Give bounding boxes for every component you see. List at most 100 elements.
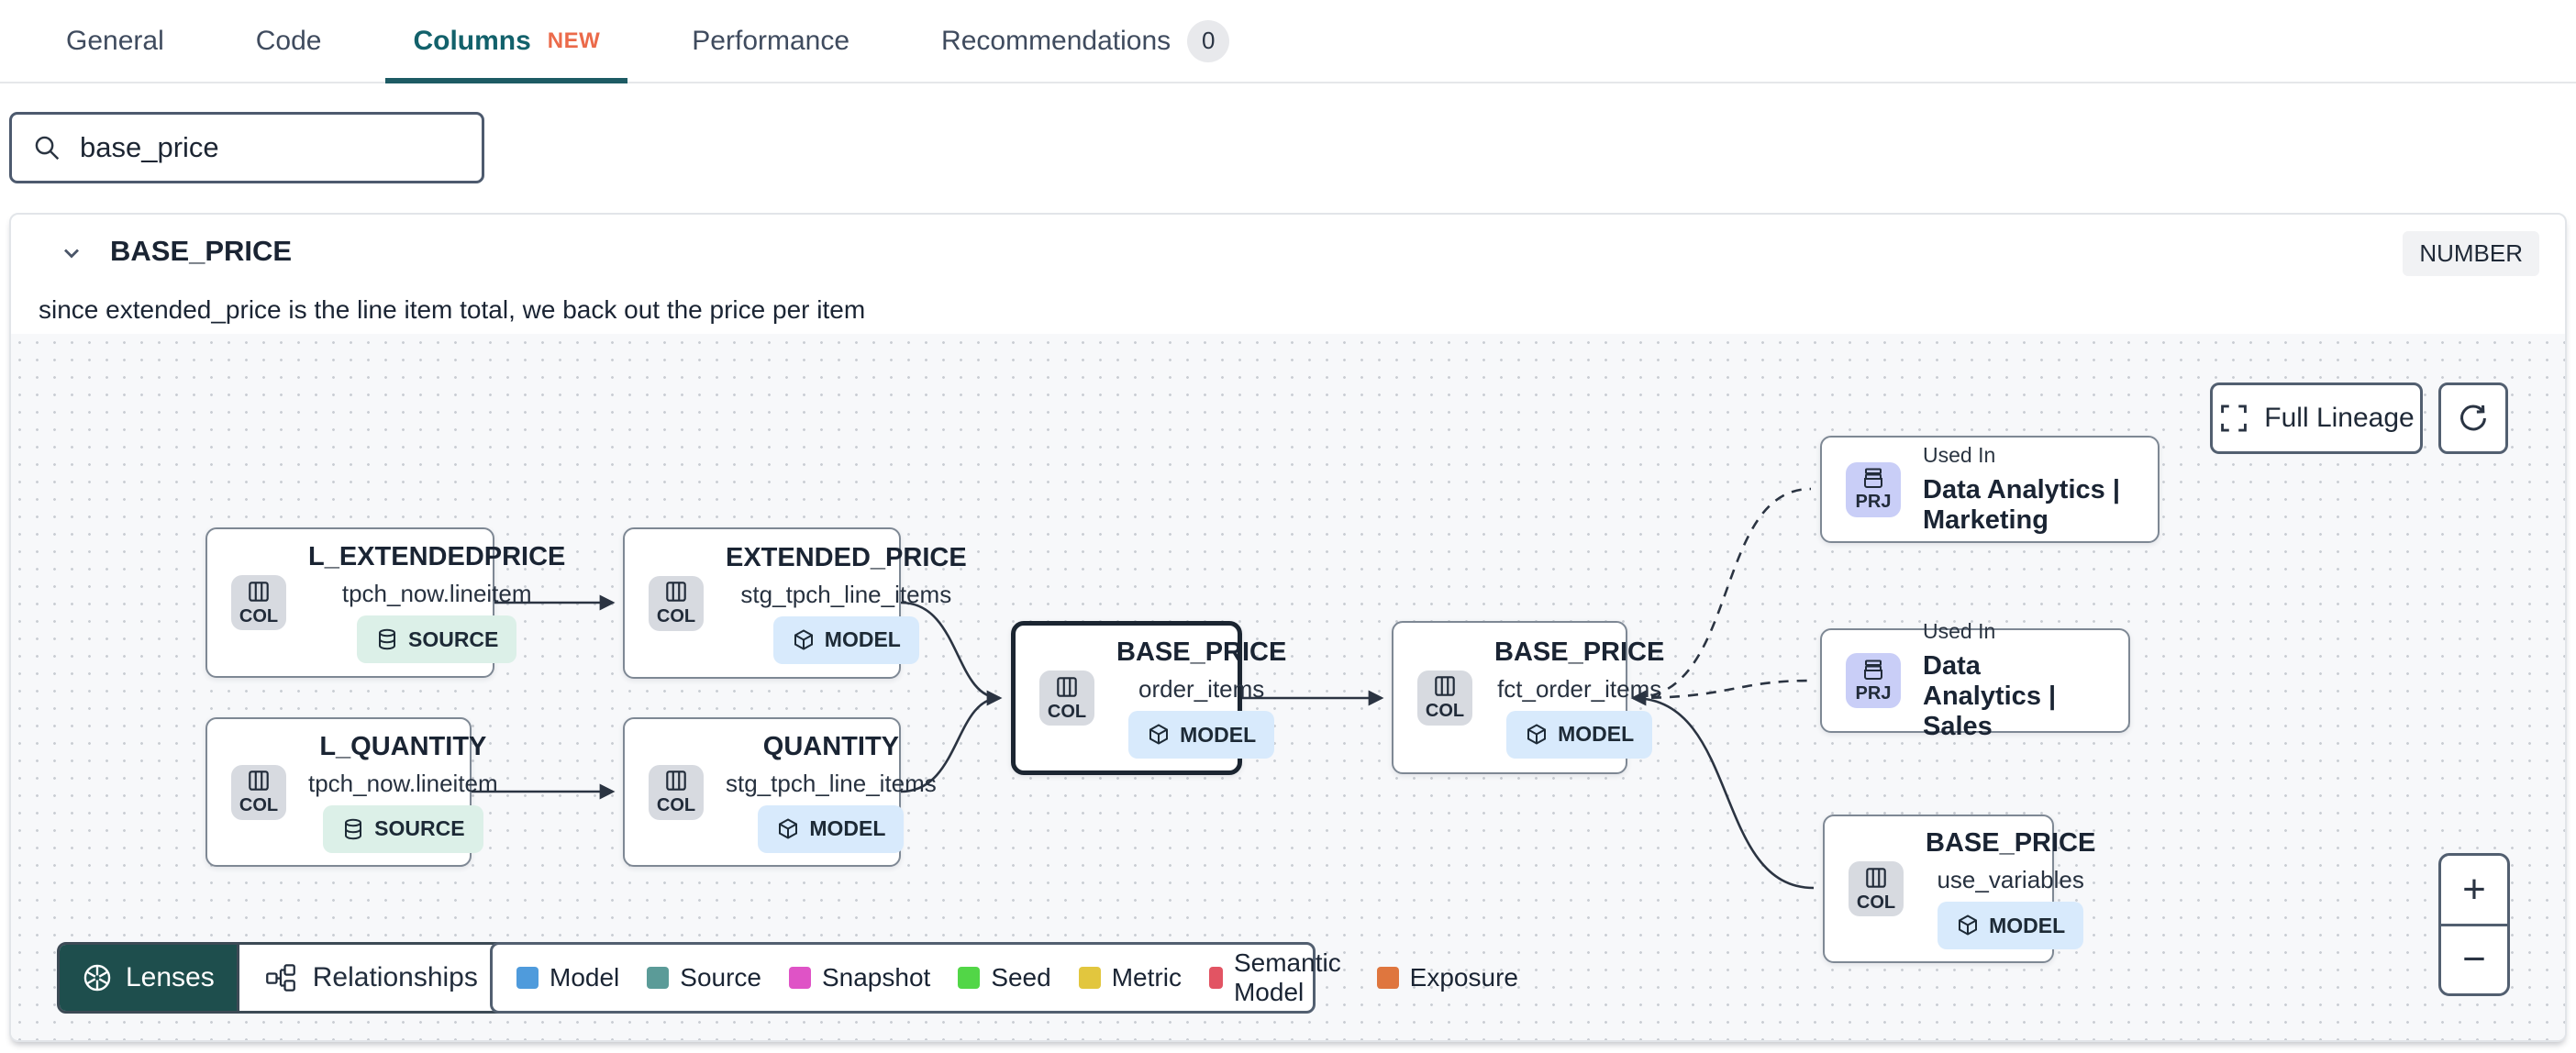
column-name: BASE_PRICE (110, 235, 293, 267)
column-card-header: BASE_PRICE NUMBER since extended_price i… (11, 215, 2565, 324)
column-card: BASE_PRICE NUMBER since extended_price i… (9, 213, 2567, 1042)
node-title: L_QUANTITY (319, 731, 487, 761)
badge-label: MODEL (1180, 722, 1257, 747)
columns-icon (666, 770, 686, 791)
node-subtitle: order_items (1138, 675, 1265, 703)
tab-label: Columns (413, 25, 531, 56)
zoom-control: + − (2438, 853, 2510, 996)
lenses-button[interactable]: Lenses (60, 945, 237, 1011)
cube-icon (1527, 723, 1547, 745)
database-icon (345, 818, 362, 839)
lineage-node-base-price-order-items[interactable]: COL BASE_PRICE order_items MODEL (1011, 621, 1286, 775)
cube-icon (1149, 724, 1169, 745)
lineage-node-base-price-fct-order-items[interactable]: COL BASE_PRICE fct_order_items MODEL (1392, 621, 1664, 774)
project-archive-icon (1864, 468, 1882, 488)
source-badge: SOURCE (323, 804, 483, 853)
kind-label: COL (1047, 701, 1087, 722)
cube-icon (794, 628, 813, 650)
database-icon (378, 628, 395, 650)
node-type-legend: Model Source Snapshot Seed Metric Semant… (490, 942, 1518, 1014)
legend-swatch (958, 967, 981, 989)
full-lineage-button[interactable]: Full Lineage (2210, 382, 2423, 454)
model-badge: MODEL (1128, 711, 1275, 759)
cube-icon (1959, 914, 1978, 936)
column-type-badge: NUMBER (2403, 231, 2539, 276)
tab-recommendations[interactable]: Recommendations 0 (941, 0, 1230, 82)
refresh-button[interactable] (2438, 382, 2508, 454)
kind-label: PRJ (1855, 682, 1892, 704)
lineage-node-l-extendedprice[interactable]: COL L_EXTENDEDPRICE tpch_now.lineitem SO… (205, 527, 565, 678)
legend-item-seed: Seed (958, 963, 1051, 992)
chevron-down-icon[interactable] (59, 240, 84, 266)
lineage-node-base-price-use-variables[interactable]: COL BASE_PRICE use_variables MODEL (1823, 815, 2095, 963)
model-badge: MODEL (758, 804, 905, 853)
legend-item-metric: Metric (1078, 963, 1182, 992)
search-icon (35, 136, 60, 161)
node-title: QUANTITY (762, 731, 900, 761)
model-badge: MODEL (1506, 710, 1653, 759)
lineage-node-used-in-sales[interactable]: PRJ Used In Data Analytics | Sales (1820, 619, 2130, 741)
columns-icon (249, 770, 269, 791)
node-title: BASE_PRICE (1926, 828, 2096, 858)
columns-icon (1057, 676, 1077, 697)
tab-columns[interactable]: Columns NEW (385, 0, 628, 83)
tab-bar: General Code Columns NEW Performance Rec… (0, 0, 2576, 83)
legend-item-semantic-model: Semantic Model (1208, 948, 1349, 1007)
node-eyebrow: Used In (1923, 619, 1996, 643)
legend-swatch (1376, 967, 1399, 989)
legend-item-model: Model (516, 963, 619, 992)
node-title: Data Analytics | Marketing (1923, 475, 2120, 535)
legend-swatch (1078, 967, 1101, 989)
lineage-edges (472, 487, 1815, 890)
lenses-group: Lenses Relationships (57, 942, 549, 1014)
prj-kind-badge: PRJ (1846, 653, 1901, 708)
search-box[interactable] (9, 112, 484, 183)
tab-label: Code (255, 25, 322, 56)
badge-label: MODEL (824, 627, 901, 651)
lineage-node-used-in-marketing[interactable]: PRJ Used In Data Analytics | Marketing (1820, 436, 2160, 543)
relationships-label: Relationships (312, 962, 478, 992)
col-kind-badge: COL (1417, 670, 1472, 726)
lenses-label: Lenses (126, 962, 215, 992)
tab-code[interactable]: Code (256, 0, 322, 82)
col-kind-badge: COL (231, 764, 286, 820)
node-title: BASE_PRICE (1494, 637, 1665, 667)
kind-label: COL (239, 795, 279, 815)
zoom-out-button[interactable]: − (2441, 926, 2507, 994)
col-kind-badge: COL (1039, 671, 1094, 726)
node-title: BASE_PRICE (1116, 637, 1287, 667)
legend-item-source: Source (647, 963, 761, 992)
lineage-node-extended-price[interactable]: COL EXTENDED_PRICE stg_tpch_line_items M… (623, 527, 967, 679)
columns-icon (666, 582, 686, 602)
legend-item-exposure: Exposure (1376, 963, 1518, 992)
columns-icon (1866, 867, 1886, 888)
badge-label: SOURCE (374, 816, 465, 840)
node-title: L_EXTENDEDPRICE (308, 542, 566, 571)
node-subtitle: tpch_now.lineitem (341, 580, 532, 607)
zoom-in-button[interactable]: + (2441, 856, 2507, 926)
lineage-node-quantity[interactable]: COL QUANTITY stg_tpch_line_items MODEL (623, 717, 937, 867)
tab-general[interactable]: General (66, 0, 164, 82)
col-kind-badge: COL (649, 764, 704, 820)
lineage-graph-canvas[interactable]: COL L_EXTENDEDPRICE tpch_now.lineitem SO… (11, 334, 2565, 1040)
hierarchy-icon (265, 964, 295, 992)
badge-label: SOURCE (407, 626, 499, 651)
lineage-node-l-quantity[interactable]: COL L_QUANTITY tpch_now.lineitem SOURCE (205, 717, 498, 867)
node-eyebrow: Used In (1923, 443, 1996, 467)
source-badge: SOURCE (356, 615, 517, 663)
legend-label: Exposure (1409, 963, 1518, 992)
tab-performance[interactable]: Performance (692, 0, 849, 82)
node-subtitle: use_variables (1937, 866, 2084, 893)
search-input[interactable] (80, 131, 461, 164)
badge-label: MODEL (1989, 913, 2066, 937)
node-subtitle: stg_tpch_line_items (726, 769, 937, 797)
refresh-icon (2460, 405, 2486, 431)
badge-label: MODEL (1558, 722, 1635, 746)
legend-swatch (788, 967, 811, 989)
col-kind-badge: COL (649, 575, 704, 631)
prj-kind-badge: PRJ (1846, 461, 1901, 517)
lineage-toolbar: Lenses Relationships (57, 942, 549, 1014)
node-title: EXTENDED_PRICE (726, 542, 967, 572)
model-badge: MODEL (1938, 902, 2084, 949)
kind-label: COL (239, 605, 279, 626)
